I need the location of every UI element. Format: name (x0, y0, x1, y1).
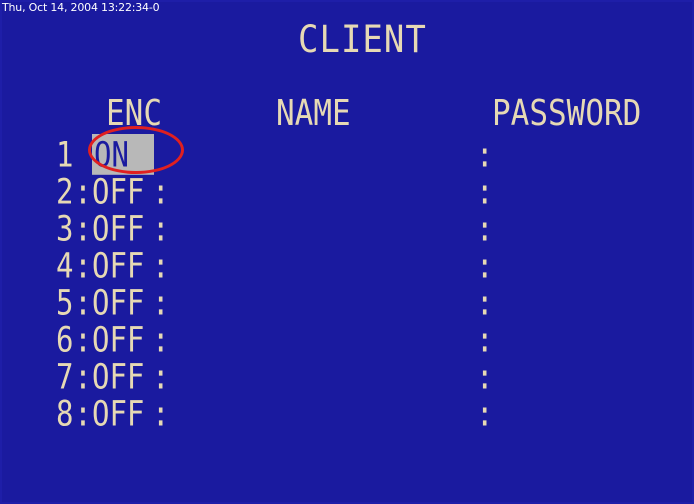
password-separator: : (476, 319, 494, 360)
row-separator: : (74, 171, 92, 212)
enc-value[interactable]: OFF (92, 171, 152, 212)
row-separator: : (74, 282, 92, 323)
row-separator: : (152, 282, 170, 323)
column-header-password: PASSWORD (492, 93, 642, 135)
password-separator: : (476, 356, 494, 397)
row-separator: : (152, 356, 170, 397)
row-separator: : (152, 393, 170, 434)
password-separator: : (476, 393, 494, 434)
timestamp-overlay: Thu, Oct 14, 2004 13:22:34-0 (2, 1, 160, 14)
column-header-name: NAME (276, 93, 351, 135)
row-separator: : (152, 245, 170, 286)
row-separator: : (152, 208, 170, 249)
row-separator: : (74, 245, 92, 286)
password-separator: : (476, 134, 494, 175)
password-separator: : (476, 208, 494, 249)
enc-value[interactable]: OFF (92, 282, 152, 323)
enc-value[interactable]: OFF (92, 319, 152, 360)
password-separator: : (476, 245, 494, 286)
row-number: 2 (56, 171, 74, 212)
password-separator: : (476, 171, 494, 212)
page-title: CLIENT (298, 18, 427, 62)
osd-screen: Thu, Oct 14, 2004 13:22:34-0 CLIENT ENC … (0, 0, 694, 504)
row-separator: : (152, 319, 170, 360)
client-row-8[interactable]: 8:OFF: (56, 393, 170, 436)
enc-value-selected[interactable]: ON (92, 134, 154, 175)
row-number: 3 (56, 208, 74, 249)
row-separator: : (74, 208, 92, 249)
enc-value[interactable]: OFF (92, 356, 152, 397)
row-number: 5 (56, 282, 74, 323)
enc-value[interactable]: OFF (92, 245, 152, 286)
row-separator: : (74, 393, 92, 434)
enc-value[interactable]: OFF (92, 208, 152, 249)
row-number: 7 (56, 356, 74, 397)
column-header-enc: ENC (106, 93, 162, 135)
row-separator: : (74, 356, 92, 397)
enc-value[interactable]: OFF (92, 393, 152, 434)
row-number: 6 (56, 319, 74, 360)
row-separator: : (152, 171, 170, 212)
row-number: 4 (56, 245, 74, 286)
row-number: 1 (56, 134, 74, 175)
row-number: 8 (56, 393, 74, 434)
row-separator: : (74, 319, 92, 360)
password-separator: : (476, 282, 494, 323)
